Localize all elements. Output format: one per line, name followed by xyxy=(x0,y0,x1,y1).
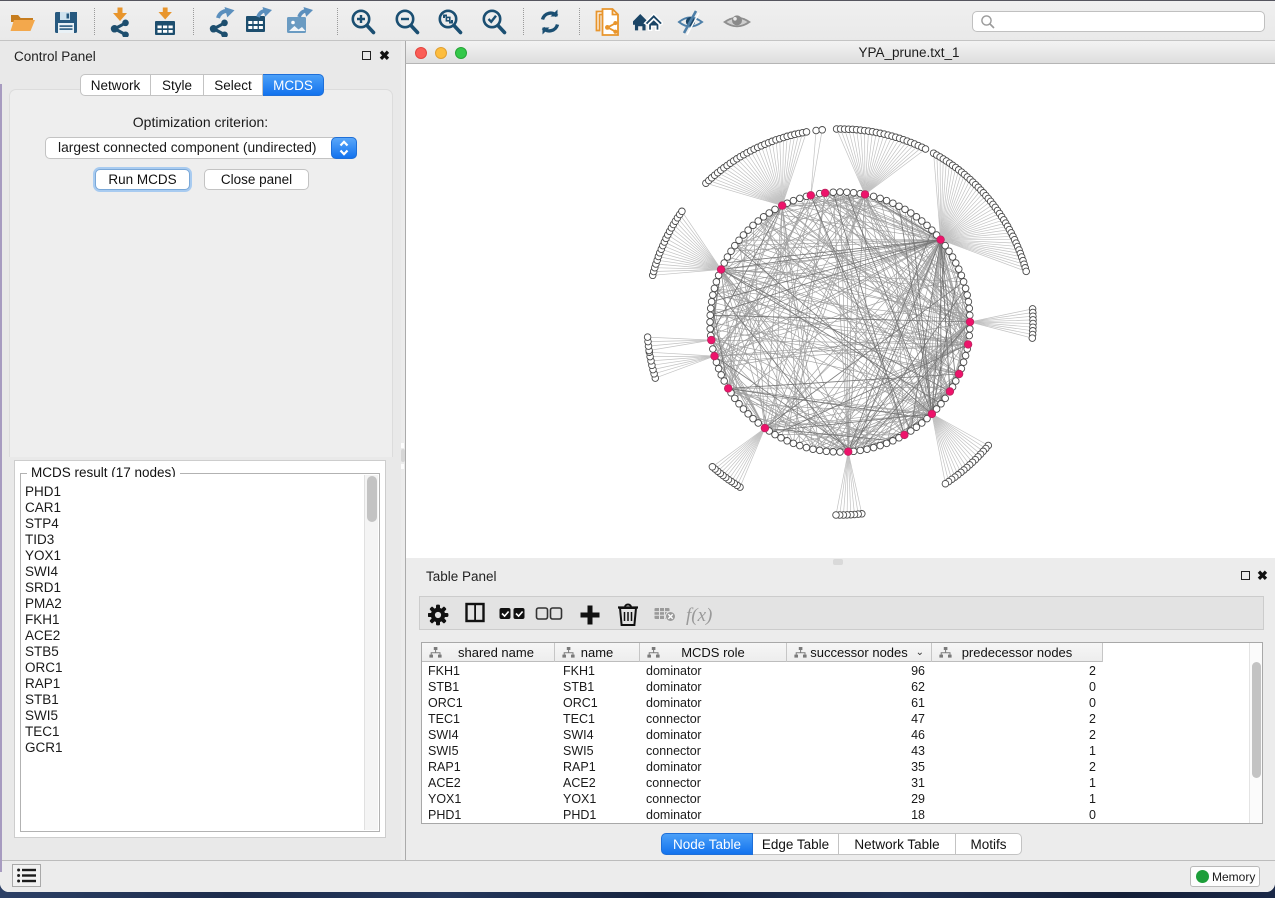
svg-text:f(x): f(x) xyxy=(686,605,712,626)
